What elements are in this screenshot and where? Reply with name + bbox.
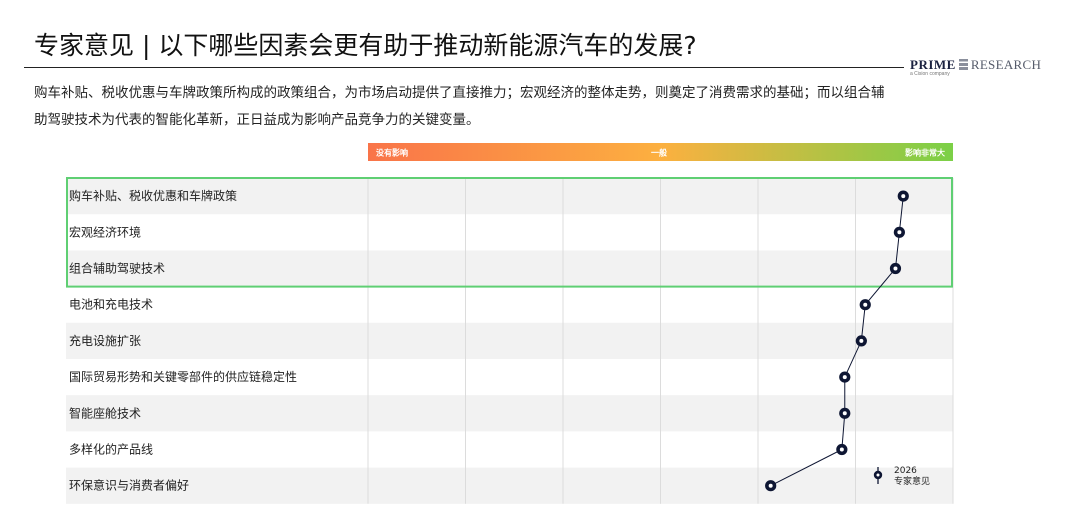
category-label: 充电设施扩张 — [69, 333, 141, 348]
data-point-center — [839, 447, 844, 452]
row-band — [66, 467, 953, 504]
row-band — [66, 250, 953, 287]
scale-label-low: 没有影响 — [376, 148, 408, 158]
scale-label-mid: 一般 — [651, 148, 667, 158]
data-point-center — [901, 194, 906, 199]
category-label: 多样化的产品线 — [69, 442, 153, 457]
category-label: 宏观经济环境 — [69, 224, 141, 239]
data-point-center — [842, 411, 847, 416]
category-label: 环保意识与消费者偏好 — [69, 478, 189, 493]
data-point-center — [863, 302, 868, 307]
category-label: 智能座舱技术 — [69, 405, 141, 420]
impact-chart: 没有影响 一般 影响非常大 购车补贴、税收优惠和车牌政策宏观经济环境组合辅助驾驶… — [66, 143, 954, 504]
category-label: 组合辅助驾驶技术 — [69, 261, 165, 276]
legend-marker-center — [876, 473, 880, 477]
scale-label-high: 影响非常大 — [905, 148, 945, 158]
data-point-center — [842, 375, 847, 380]
row-band — [66, 322, 953, 359]
legend-year: 2026 — [894, 466, 917, 476]
data-point-center — [897, 230, 902, 235]
category-label: 购车补贴、税收优惠和车牌政策 — [69, 188, 237, 203]
category-label: 电池和充电技术 — [69, 297, 153, 312]
legend-label: 专家意见 — [894, 475, 930, 487]
row-band — [66, 395, 953, 432]
data-point-center — [768, 483, 773, 488]
data-point-center — [859, 338, 864, 343]
category-label: 国际贸易形势和关键零部件的供应链稳定性 — [69, 369, 297, 384]
data-point-center — [893, 266, 898, 271]
